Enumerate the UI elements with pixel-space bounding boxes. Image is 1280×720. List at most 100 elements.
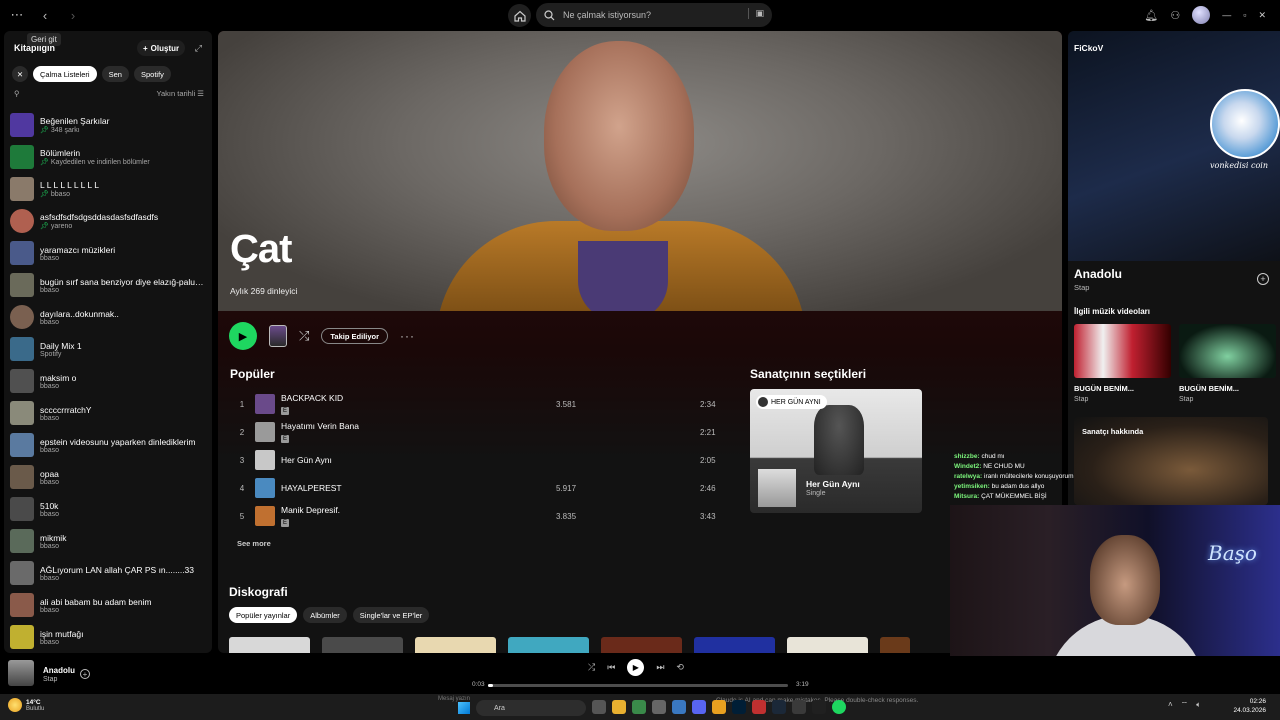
library-item[interactable]: opaa bbaso bbox=[10, 461, 210, 493]
library-item[interactable]: bugün sırf sana benziyor diye elazığ-pal… bbox=[10, 269, 210, 301]
weather-widget[interactable]: 14°C Bulutlu bbox=[8, 698, 44, 712]
library-item[interactable]: dayılara..dokunmak.. bbaso bbox=[10, 301, 210, 333]
panel-song-artist[interactable]: Stap bbox=[1074, 283, 1089, 292]
play-pause-button[interactable]: ▶ bbox=[627, 659, 645, 676]
taskbar-search[interactable]: Ara bbox=[476, 700, 586, 716]
expand-icon[interactable]: ⤢ bbox=[195, 43, 202, 54]
library-item[interactable]: işin mutfağı bbaso bbox=[10, 621, 210, 653]
track-row[interactable]: 1 BACKPACK KID E 3.581 2:34 bbox=[230, 390, 720, 418]
library-item[interactable]: sccccrrratchY bbaso bbox=[10, 397, 210, 429]
minimize-icon[interactable]: — bbox=[1222, 10, 1231, 20]
shuffle-icon[interactable]: ⤮ bbox=[299, 328, 309, 344]
release-cover[interactable] bbox=[322, 637, 403, 653]
library-item[interactable]: AĞLıyorum LAN allah ÇAR PS ın........33 b… bbox=[10, 557, 210, 589]
about-artist-card[interactable]: Sanatçı hakkında bbox=[1074, 417, 1268, 505]
user-avatar[interactable] bbox=[1192, 6, 1211, 24]
panel-song-title[interactable]: Anadolu bbox=[1074, 267, 1122, 281]
library-item[interactable]: Beğenilen Şarkılar 📌︎ 348 şarkı bbox=[10, 109, 210, 141]
spotify-icon[interactable] bbox=[832, 700, 846, 714]
app-icon[interactable] bbox=[632, 700, 646, 714]
library-item[interactable]: Daily Mix 1 Spotify bbox=[10, 333, 210, 365]
shuffle-icon[interactable]: ⤮ bbox=[588, 662, 595, 673]
artist-preview-cover[interactable] bbox=[269, 325, 287, 347]
sort-control[interactable]: Yakın tarihli ☰ bbox=[157, 89, 204, 98]
chip-popular-releases[interactable]: Popüler yayınlar bbox=[229, 607, 298, 623]
discord-icon[interactable] bbox=[692, 700, 706, 714]
file-explorer-icon[interactable] bbox=[612, 700, 626, 714]
release-cover[interactable] bbox=[415, 637, 496, 653]
library-item[interactable]: mikmik bbaso bbox=[10, 525, 210, 557]
previous-icon[interactable]: ⏮ bbox=[607, 662, 615, 673]
progress-bar[interactable] bbox=[488, 684, 788, 687]
release-cover[interactable] bbox=[229, 637, 310, 653]
artist-pick-card[interactable]: HER GÜN AYNI Her Gün Aynı Single bbox=[750, 389, 922, 513]
release-cover[interactable] bbox=[880, 637, 910, 653]
video-thumbnail[interactable] bbox=[1074, 324, 1171, 378]
release-cover[interactable] bbox=[787, 637, 868, 653]
chip-albums[interactable]: Albümler bbox=[303, 607, 347, 623]
repeat-icon[interactable]: ⟲ bbox=[676, 662, 684, 673]
video-title[interactable]: BUGÜN BENİM... bbox=[1179, 384, 1239, 393]
next-icon[interactable]: ⏭ bbox=[656, 662, 664, 673]
library-search-icon[interactable]: ⚲ bbox=[14, 89, 20, 98]
chip-singles-eps[interactable]: Single'lar ve EP'ler bbox=[352, 607, 430, 623]
home-button[interactable] bbox=[508, 4, 531, 27]
track-row[interactable]: 4 HAYALPEREST 5.917 2:46 bbox=[230, 474, 720, 502]
now-playing-cover[interactable] bbox=[8, 660, 34, 686]
release-cover[interactable] bbox=[694, 637, 775, 653]
maximize-icon[interactable]: ▫ bbox=[1243, 10, 1246, 20]
video-title[interactable]: BUGÜN BENİM... bbox=[1074, 384, 1134, 393]
video-thumbnail[interactable] bbox=[1179, 324, 1276, 378]
play-button[interactable]: ▶ bbox=[229, 322, 257, 350]
chrome-icon[interactable] bbox=[712, 700, 726, 714]
library-item[interactable]: 510k bbaso bbox=[10, 493, 210, 525]
steam-icon[interactable] bbox=[772, 700, 786, 714]
library-item[interactable]: Bölümlerin 📌︎ Kaydedilen ve indirilen bölü… bbox=[10, 141, 210, 173]
chip-you[interactable]: Sen bbox=[101, 66, 129, 82]
library-item[interactable]: maksim o bbaso bbox=[10, 365, 210, 397]
release-cover[interactable] bbox=[508, 637, 589, 653]
library-item[interactable]: asfsdfsdfsdgsddasdasfsdfasdfs 📌︎ yareno bbox=[10, 205, 210, 237]
follow-button[interactable]: Takip Ediliyor bbox=[321, 328, 389, 344]
search-input[interactable]: Ne çalmak istiyorsun? bbox=[563, 10, 651, 20]
video-artist[interactable]: Stap bbox=[1179, 396, 1193, 403]
obs-icon[interactable] bbox=[652, 700, 666, 714]
task-view-icon[interactable] bbox=[592, 700, 606, 714]
volume-icon[interactable]: 🔈︎ bbox=[1196, 700, 1201, 710]
track-row[interactable]: 3 Her Gün Aynı 2:05 bbox=[230, 446, 720, 474]
add-icon[interactable]: + bbox=[80, 669, 90, 679]
forward-arrow-icon[interactable]: › bbox=[64, 6, 82, 24]
chip-playlists[interactable]: Çalma Listeleri bbox=[33, 66, 97, 82]
release-cover[interactable] bbox=[601, 637, 682, 653]
now-playing-artist[interactable]: Stap bbox=[43, 676, 57, 683]
library-item[interactable]: yaramazcı müzikleri bbaso bbox=[10, 237, 210, 269]
create-button[interactable]: + Oluştur bbox=[137, 40, 186, 56]
chip-spotify[interactable]: Spotify bbox=[133, 66, 171, 82]
more-options-icon[interactable]: ··· bbox=[400, 329, 415, 343]
library-item[interactable]: epstein videosunu yaparken dinlediklerim… bbox=[10, 429, 210, 461]
see-more-link[interactable]: See more bbox=[237, 539, 271, 548]
start-icon[interactable] bbox=[458, 702, 470, 714]
browse-icon[interactable]: ▣ bbox=[748, 8, 764, 19]
app-icon[interactable] bbox=[792, 700, 806, 714]
menu-dots-icon[interactable]: ⋯ bbox=[8, 6, 26, 24]
network-icon[interactable]: ⌔ bbox=[1181, 700, 1189, 710]
search-bar[interactable]: Ne çalmak istiyorsun? ▣ bbox=[536, 3, 772, 27]
epic-games-icon[interactable] bbox=[812, 700, 826, 714]
track-row[interactable]: 5 Manik Depresif. E 3.835 3:43 bbox=[230, 502, 720, 530]
back-arrow-icon[interactable]: ‹ bbox=[36, 6, 54, 24]
library-item[interactable]: ali abi babam bu adam benim bbaso bbox=[10, 589, 210, 621]
app-icon[interactable] bbox=[672, 700, 686, 714]
app-icon[interactable] bbox=[752, 700, 766, 714]
now-playing-title[interactable]: Anadolu bbox=[43, 666, 75, 675]
track-row[interactable]: 2 Hayatımı Verin Bana E 2:21 bbox=[230, 418, 720, 446]
clear-filter-icon[interactable]: ✕ bbox=[12, 66, 28, 82]
bell-icon[interactable]: 🔔︎ bbox=[1144, 9, 1158, 22]
add-to-library-icon[interactable]: + bbox=[1257, 273, 1269, 285]
video-artist[interactable]: Stap bbox=[1074, 396, 1088, 403]
clock[interactable]: 02:26 24.03.2026 bbox=[1226, 697, 1266, 715]
friends-icon[interactable]: ⚇ bbox=[1170, 9, 1180, 22]
close-icon[interactable]: ✕ bbox=[1258, 10, 1266, 21]
tray-chevron-icon[interactable]: ˄ bbox=[1168, 700, 1173, 710]
photoshop-icon[interactable] bbox=[732, 700, 746, 714]
